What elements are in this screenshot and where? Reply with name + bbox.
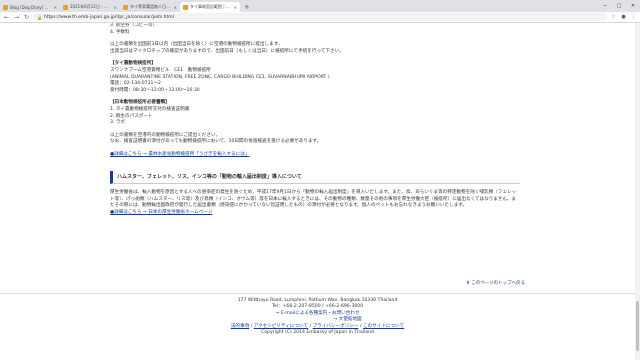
favicon-icon <box>123 4 128 10</box>
detail-link-mhlw[interactable]: ●詳細はこちら → 日本の厚生労働省ホームページ <box>110 210 520 217</box>
section-heading: ハムスター、フェレット、リス、インコ等の「動物の輸入届出制度」導入について <box>110 170 520 185</box>
browser-tab-active[interactable]: タイ事務室広範囲 | 在タイ日本国大使... ✕ <box>180 2 240 12</box>
text-line: スワンナプーム空港貨物ビル CE1 動物検疫所 <box>110 67 211 73</box>
about-site-link[interactable]: このサイトについて <box>363 324 404 329</box>
page-scrollbar[interactable] <box>635 23 640 360</box>
window-controls: − □ ✕ <box>598 0 640 12</box>
accessibility-link[interactable]: アクセシビリティについて <box>254 324 308 329</box>
profile-icon[interactable]: ● <box>620 14 627 21</box>
tab-label: タイ事務室広範囲 | 在タイ日本国大使... <box>190 4 232 9</box>
reload-button[interactable]: ↻ <box>23 14 30 21</box>
section-paragraph: 厚生労働省は、輸入動物を原因とする人への感染症の発生を防ぐため、平成17年9月1… <box>110 190 517 209</box>
legal-link[interactable]: 法的事項 <box>231 324 249 329</box>
text-line: 出発当日はマイクロチップの確認がありますので、出国前日（もしくは当日）に検疫所に… <box>110 48 344 54</box>
new-tab-button[interactable]: + <box>240 2 254 12</box>
page-viewport: 3. 航空券（コピー可） 4. 手数料 以上の書類を出国前3日以内（出国当日を除… <box>0 23 640 360</box>
back-to-top-link[interactable]: ⬆ このページのトップへ戻る <box>466 280 525 286</box>
url-field[interactable]: 🔒 https://www.th.emb-japan.go.jp/itpr_ja… <box>33 13 607 21</box>
text-line: 3. 航空券（コピー可） <box>110 23 158 28</box>
favicon-icon <box>63 4 68 10</box>
browser-tab-bar: Blog [Dog Diary] Meleoie: yomo... ✕ 2021… <box>0 0 640 12</box>
japan-docs-heading: 【日本動物検疫所必要書類】 <box>110 100 170 106</box>
star-icon[interactable]: ☆ <box>610 14 617 21</box>
office-heading: 【タイ農動物検疫所】 <box>110 61 156 67</box>
arrow-up-circle-icon: ⬆ <box>466 281 470 286</box>
maximize-button[interactable]: □ <box>612 0 626 12</box>
close-tab-icon[interactable]: ✕ <box>114 5 117 10</box>
text-line: 4. 手数料 <box>110 29 130 35</box>
lock-icon: 🔒 <box>37 14 42 20</box>
close-tab-icon[interactable]: ✕ <box>234 5 237 10</box>
tab-label: タイ等家電話無人日本から... <box>130 4 172 9</box>
text-line: 電話：02-134-0731～2 <box>110 81 161 87</box>
copyright: Copyright (C) 2014 Embassy of Japan in T… <box>261 330 374 336</box>
tab-label: 2021年6月12日 - 大日日本へのご... <box>70 4 112 9</box>
footer: 177 Witthayu Road, Lumphini, Pathum Wan,… <box>0 293 635 360</box>
privacy-link[interactable]: プライバシーポリシー <box>313 324 359 329</box>
scrollbar-thumb[interactable] <box>636 301 639 351</box>
list-item: 3. ラボ <box>110 120 126 126</box>
browser-tab[interactable]: 2021年6月12日 - 大日日本へのご... ✕ <box>60 2 120 12</box>
forward-button[interactable]: → <box>13 14 20 21</box>
close-tab-icon[interactable]: ✕ <box>54 5 57 10</box>
browser-tab[interactable]: Blog [Dog Diary] Meleoie: yomo... ✕ <box>0 2 60 12</box>
back-button[interactable]: ← <box>3 14 10 21</box>
text-line: (ANIMAL QUARANTINE STATION, FREE ZONE, C… <box>110 74 330 80</box>
address-bar: ← → ↻ 🔒 https://www.th.emb-japan.go.jp/i… <box>0 12 640 23</box>
list-item: 1. タイ農動物検疫所交付の検査証明書 <box>110 106 190 112</box>
menu-icon[interactable]: ⋮ <box>630 14 637 21</box>
text-line: 以上の書類を出国前3日以内（出国当日を除く）に空港の動物検疫所に提出します。 <box>110 42 283 48</box>
detail-link-rabbit[interactable]: ●詳細はこちら → 農林水産省動物検疫所「うさぎを輸入するには」 <box>110 152 520 159</box>
back-to-top-label: このページのトップへ戻る <box>471 281 526 286</box>
close-window-button[interactable]: ✕ <box>626 0 640 12</box>
main-content: 3. 航空券（コピー可） 4. 手数料 以上の書類を出国前3日以内（出国当日を除… <box>110 23 520 216</box>
text-line: 受付時間：08:30～12:00・13:00～16:30 <box>110 87 200 93</box>
tab-label: Blog [Dog Diary] Meleoie: yomo... <box>10 4 52 10</box>
browser-tab[interactable]: タイ等家電話無人日本から... ✕ <box>120 2 180 12</box>
minimize-button[interactable]: − <box>598 0 612 12</box>
favicon-icon <box>3 4 8 10</box>
list-item: 2. 飼主のパスポート <box>110 113 153 119</box>
text-line: なお、検査証明書の添付があっても動物検疫所において、10日間の係留検査を受ける必… <box>110 139 322 145</box>
url-text: https://www.th.emb-japan.go.jp/itpr_ja/c… <box>43 14 174 20</box>
favicon-icon <box>183 4 188 10</box>
close-tab-icon[interactable]: ✕ <box>174 5 177 10</box>
